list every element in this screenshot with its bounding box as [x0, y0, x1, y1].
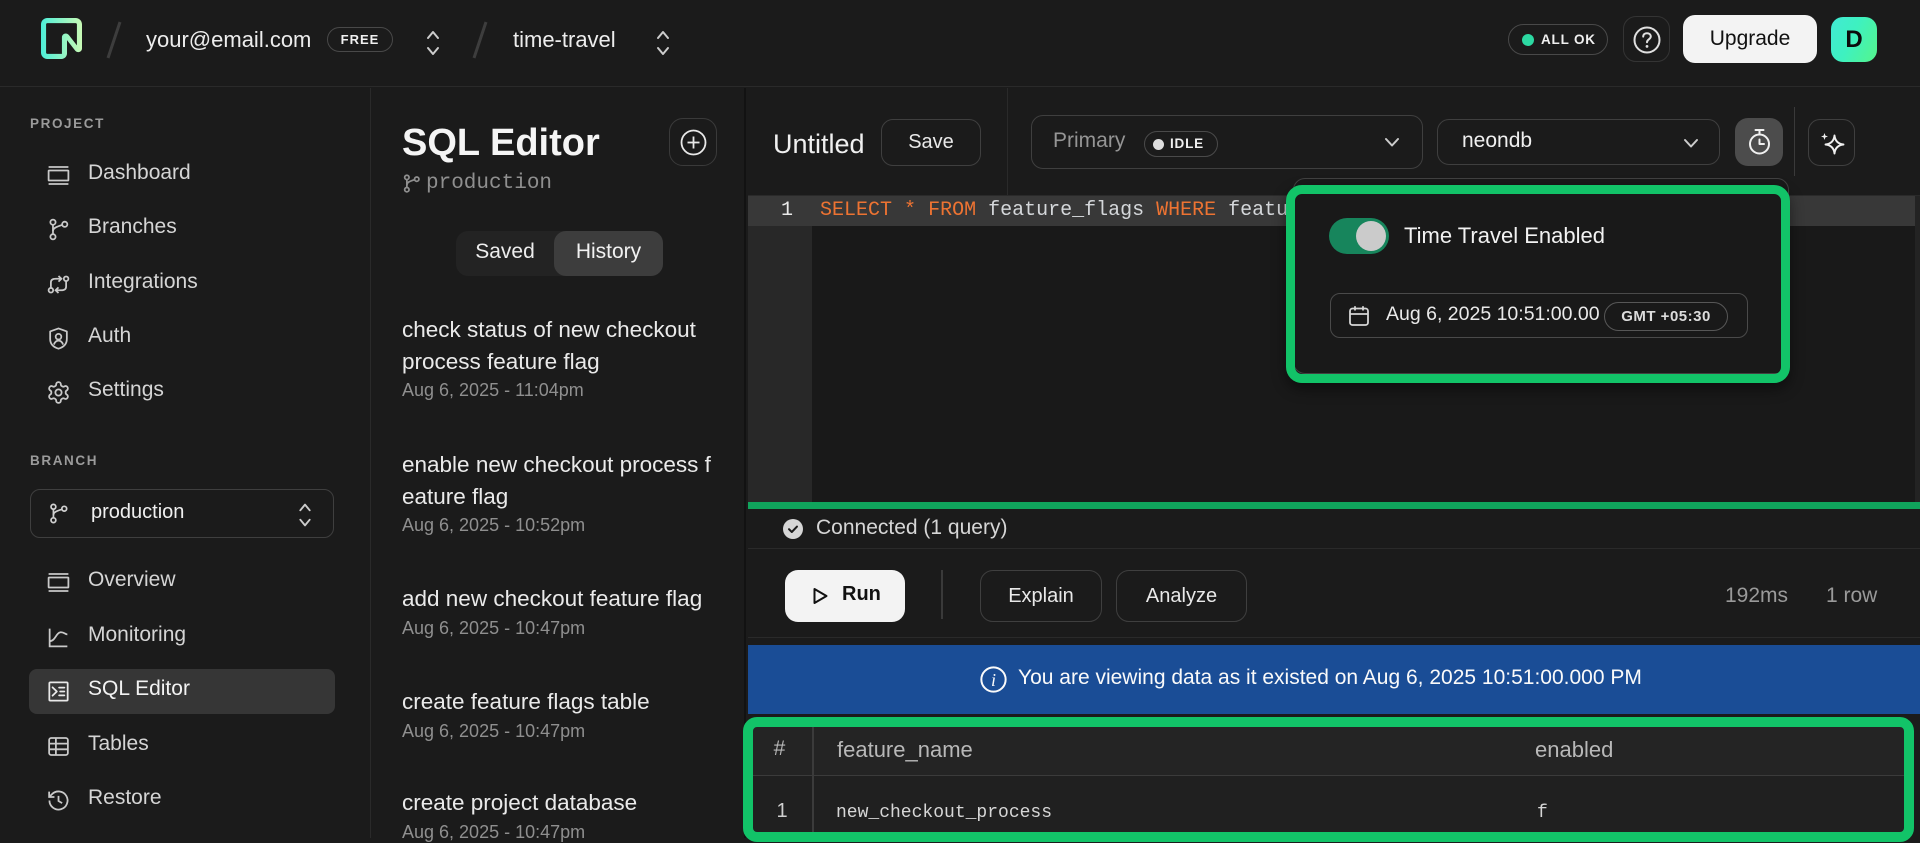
svg-text:i: i	[991, 670, 996, 690]
